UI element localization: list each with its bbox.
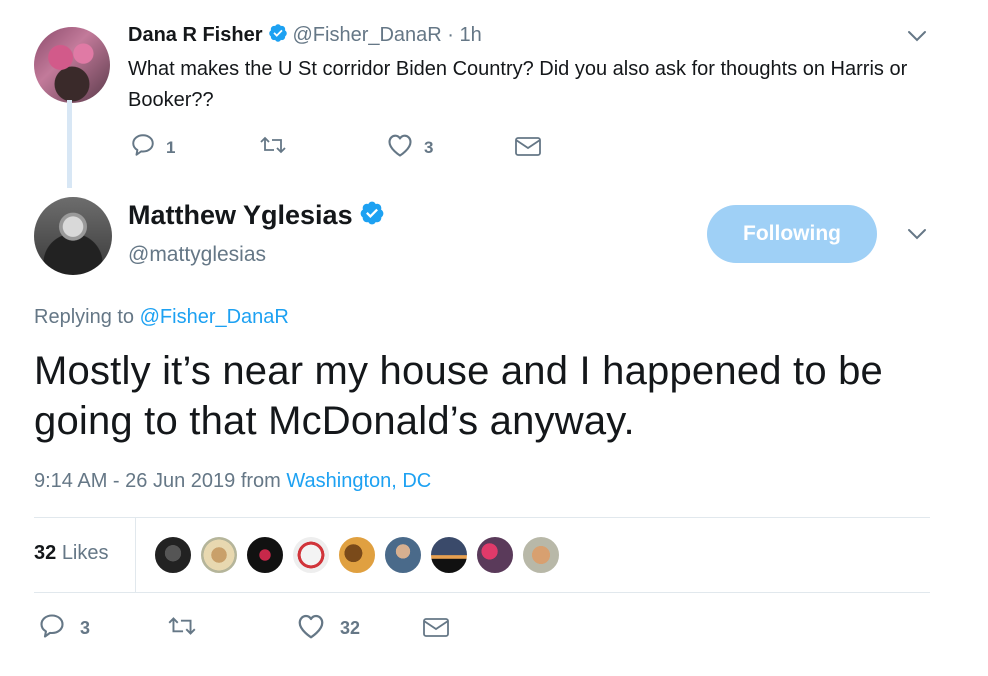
reply-count: 1 xyxy=(166,137,176,157)
likes-stat[interactable]: 32 Likes xyxy=(34,542,109,565)
heart-icon xyxy=(386,132,414,163)
liker-avatar[interactable] xyxy=(153,535,193,575)
tweet-meta: 9:14 AM - 26 Jun 2019 from Washington, D… xyxy=(34,470,431,493)
retweet-icon xyxy=(166,612,198,645)
chevron-down-icon[interactable] xyxy=(906,28,928,49)
main-author-name[interactable]: Matthew Yglesias xyxy=(128,200,353,230)
parent-author-name[interactable]: Dana R Fisher xyxy=(128,24,262,46)
direct-message-icon xyxy=(422,615,450,644)
reply-icon xyxy=(38,612,66,645)
direct-message-icon xyxy=(514,134,542,163)
direct-message-action[interactable] xyxy=(422,615,450,644)
like-action[interactable]: 32 xyxy=(296,612,360,645)
liker-avatar[interactable] xyxy=(521,535,561,575)
parent-tweet-header: Dana R Fisher @Fisher_DanaR · 1h xyxy=(128,23,482,49)
reply-icon xyxy=(130,132,156,163)
reply-action[interactable]: 1 xyxy=(130,132,175,163)
parent-tweet-text: What makes the U St corridor Biden Count… xyxy=(128,58,908,111)
divider xyxy=(34,592,930,593)
divider xyxy=(34,517,930,518)
parent-author-handle[interactable]: @Fisher_DanaR xyxy=(292,24,441,46)
liker-avatar[interactable] xyxy=(337,535,377,575)
liker-avatar[interactable] xyxy=(291,535,331,575)
retweet-action[interactable] xyxy=(166,612,212,645)
retweet-action[interactable] xyxy=(258,132,298,163)
direct-message-action[interactable] xyxy=(514,134,542,163)
tweet-timestamp[interactable]: 9:14 AM - 26 Jun 2019 xyxy=(34,470,235,492)
replying-to-line: Replying to @Fisher_DanaR xyxy=(34,306,289,329)
liker-avatar[interactable] xyxy=(429,535,469,575)
liker-avatar[interactable] xyxy=(199,535,239,575)
liker-avatar[interactable] xyxy=(245,535,285,575)
likes-label: Likes xyxy=(61,542,109,564)
like-count: 32 xyxy=(340,618,361,638)
parent-tweet-time[interactable]: 1h xyxy=(460,24,482,46)
verified-badge-icon xyxy=(268,23,288,49)
verified-badge-icon xyxy=(359,200,385,233)
chevron-down-icon[interactable] xyxy=(906,226,928,247)
from-label: from xyxy=(240,470,281,492)
main-tweet-text: Mostly it’s near my house and I happened… xyxy=(34,349,883,443)
main-author-avatar[interactable] xyxy=(34,197,112,275)
vertical-divider xyxy=(135,517,136,592)
replying-to-link[interactable]: @Fisher_DanaR xyxy=(140,306,289,328)
heart-icon xyxy=(296,612,326,645)
reply-action[interactable]: 3 xyxy=(38,612,90,645)
main-author-name-row: Matthew Yglesias xyxy=(128,200,389,233)
replying-to-prefix: Replying to xyxy=(34,306,135,328)
like-count: 3 xyxy=(424,137,434,157)
likes-number: 32 xyxy=(34,542,57,564)
location-link[interactable]: Washington, DC xyxy=(286,470,431,492)
reply-count: 3 xyxy=(80,618,91,638)
like-action[interactable]: 3 xyxy=(386,132,433,163)
following-button[interactable]: Following xyxy=(707,205,877,263)
liker-avatar[interactable] xyxy=(475,535,515,575)
separator-dot: · xyxy=(447,24,454,46)
parent-author-avatar[interactable] xyxy=(34,27,110,103)
retweet-icon xyxy=(258,132,288,163)
thread-connector-line xyxy=(67,100,72,188)
main-author-handle[interactable]: @mattyglesias xyxy=(128,243,266,267)
liker-avatar[interactable] xyxy=(383,535,423,575)
